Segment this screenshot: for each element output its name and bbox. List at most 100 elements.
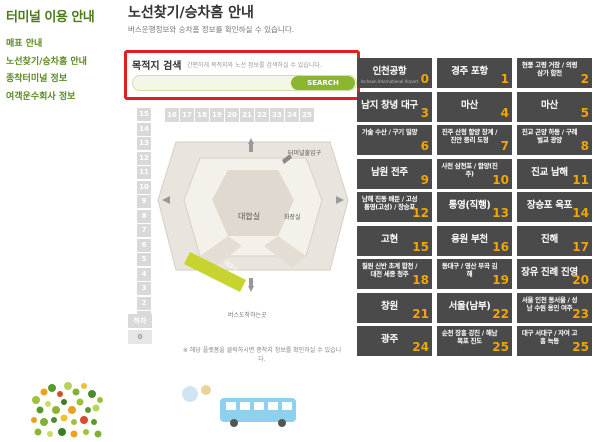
platform-number: 22 [492,306,509,321]
destination-names: 남해 진동 배둔 / 고성 통영(고성) / 장승포 [361,195,418,211]
search-hint: 간편하게 목적지와 노선 정보를 검색하실 수 있습니다. [187,62,322,69]
platform-number: 1 [500,72,509,86]
platform-number: 4 [500,105,509,120]
destination-names: 광주 [381,334,398,345]
platform-14-destination[interactable]: 장승포 옥포 14 [517,192,592,222]
destination-names: 장유 진례 진영 [521,267,578,278]
destination-names: 진교 남해 [531,166,568,178]
platform-13-destination[interactable]: 통영(직행) 13 [437,192,512,222]
platform-number: 16 [492,239,509,254]
platform-number: 21 [412,306,429,321]
platform-7-destination[interactable]: 진주 산청 함양 장계 / 진안 중리 도정 7 [437,125,512,155]
page-subtitle: 버스운행정보와 승차홈 정보를 확인하실 수 있습니다. [128,25,295,34]
terminal-map [157,138,349,292]
platform-number: 0 [420,72,429,86]
platform-10-destination[interactable]: 사천 삼천포 / 함양(진주) 10 [437,158,512,189]
platform-11-destination[interactable]: 진교 남해 11 [517,158,592,189]
platform-12-destination[interactable]: 남해 진동 배둔 / 고성 통영(고성) / 장승포 12 [357,192,432,222]
platform-5-destination[interactable]: 마산 5 [517,91,592,122]
platform-number: 13 [492,206,509,220]
platform-number: 10 [492,172,509,187]
platform-number: 17 [572,239,589,254]
platform-number: 8 [580,139,589,153]
destination-subtitle: Incheon International Airport [360,79,419,84]
platform-number: 25 [492,340,509,354]
destination-names: 통영(직행) [448,200,491,211]
platform-number: 12 [412,206,429,220]
sidebar-item-company[interactable]: 여객운수회사 정보 [6,89,87,107]
platform-number: 19 [492,273,509,287]
entrance-label: 터미널출입구 [288,150,322,157]
destination-names: 경주 포항 [451,66,488,77]
platform-25-destination[interactable]: 대구 서대구 / 자여 고흥 녹동 25 [517,326,592,356]
sidebar-item-route[interactable]: 노선찾기/승차홈 안내 [6,54,87,72]
platform-18-destination[interactable]: 칠원 신반 초계 합천 / 대전 세종 청주 18 [357,259,432,289]
destination-names: 칠원 신반 초계 합천 / 대전 세종 청주 [361,262,418,278]
platform-number: 5 [580,105,589,120]
platform-number: 3 [420,105,429,120]
platform-number: 23 [572,306,589,321]
platform-21-destination[interactable]: 창원 21 [357,292,432,323]
platform-23-destination[interactable]: 서울 인천 동서울 / 성남 수원 용인 여주 23 [517,292,592,323]
platform-17-destination[interactable]: 진해 17 [517,225,592,256]
platform-number: 2 [580,72,589,86]
destination-names: 마산 [461,99,478,111]
lobby-label: 대합실 [238,212,261,221]
platform-3-destination[interactable]: 남지 창녕 대구 3 [357,91,432,122]
sidebar: 터미널 이용 안내 매표 안내 노선찾기/승차홈 안내 종착터미널 정보 여객운… [0,0,112,442]
platform-6-destination[interactable]: 가술 수산 / 구기 밀양 6 [357,125,432,155]
platform-1-destination[interactable]: 경주 포항 1 [437,58,512,88]
drop-off-label: 하차 [128,314,152,328]
destination-names: 사천 삼천포 / 함양(진주) [441,161,498,178]
platform-number: 20 [572,273,589,287]
destination-names: 순천 장흥 강진 / 해남 목포 진도 [441,329,498,345]
platform-24-destination[interactable]: 광주 24 [357,326,432,356]
platform-25-destination[interactable]: 순천 장흥 강진 / 해남 목포 진도 25 [437,326,512,356]
destination-names: 남지 창녕 대구 [361,99,418,111]
platform-0-button[interactable]: 0 [128,330,152,344]
platform-19-destination[interactable]: 동대구 / 영산 부곡 김해 19 [437,259,512,289]
map-note: ※ 해당 플랫폼을 클릭하시면 종착지 정보를 확인하실 수 있습니다. [182,347,342,363]
destination-names: 남원 전주 [371,166,408,178]
destination-names: 가술 수산 / 구기 밀양 [361,128,418,136]
destination-names: 진교 곤양 하동 / 구례 벌교 광양 [521,128,578,144]
destination-names: 진주 산청 함양 장계 / 진안 중리 도정 [441,128,498,144]
search-panel: 목적지 검색 간편하게 목적지와 노선 정보를 검색하실 수 있습니다. SEA… [124,50,360,100]
sidebar-item-ticket[interactable]: 매표 안내 [6,36,87,54]
destination-names: 진해 [541,233,558,245]
platform-number: 11 [572,172,589,187]
destination-names: 고현 [381,233,398,245]
destination-names: 인천공항 [372,66,407,77]
search-title: 목적지 검색 [132,61,182,72]
platform-15-destination[interactable]: 고현 15 [357,225,432,256]
destination-names: 창원 [381,300,398,312]
platform-2-destination[interactable]: 현풍 고령 거창 / 의령 삼가 합천 2 [517,58,592,88]
platform-22-destination[interactable]: 서울(남부) 22 [437,292,512,323]
platform-number: 14 [572,206,589,220]
bus-exit-label: 버스도착하는곳 [228,312,267,319]
platform-0-destination[interactable]: 인천공항 Incheon International Airport 0 [357,58,432,88]
platform-4-destination[interactable]: 마산 4 [437,91,512,122]
page-title: 노선찾기/승차홈 안내 [128,5,254,21]
platform-8-destination[interactable]: 진교 곤양 하동 / 구례 벌교 광양 8 [517,125,592,155]
platform-number: 7 [500,139,509,153]
destination-names: 동대구 / 영산 부곡 김해 [441,262,498,278]
sidebar-item-terminal[interactable]: 종착터미널 정보 [6,71,87,89]
restroom-label: 화장실 [284,214,301,221]
platform-16-destination[interactable]: 용원 부천 16 [437,225,512,256]
platform-9-destination[interactable]: 남원 전주 9 [357,158,432,189]
destination-names: 용원 부천 [451,233,488,245]
platform-number: 25 [572,340,589,354]
destination-names: 장승포 옥포 [526,200,573,211]
platform-number: 15 [412,239,429,254]
destination-names: 대구 서대구 / 자여 고흥 녹동 [521,329,578,345]
destination-names: 현풍 고령 거창 / 의령 삼가 합천 [521,61,578,77]
decoration-illustration [31,382,103,438]
platform-number: 6 [420,139,429,153]
destination-names: 마산 [541,99,558,111]
platform-20-destination[interactable]: 장유 진례 진영 20 [517,259,592,289]
platform-number: 18 [412,273,429,287]
sidebar-title: 터미널 이용 안내 [6,10,95,25]
sidebar-menu: 매표 안내 노선찾기/승차홈 안내 종착터미널 정보 여객운수회사 정보 [6,36,87,106]
search-button[interactable]: SEARCH [291,76,355,90]
